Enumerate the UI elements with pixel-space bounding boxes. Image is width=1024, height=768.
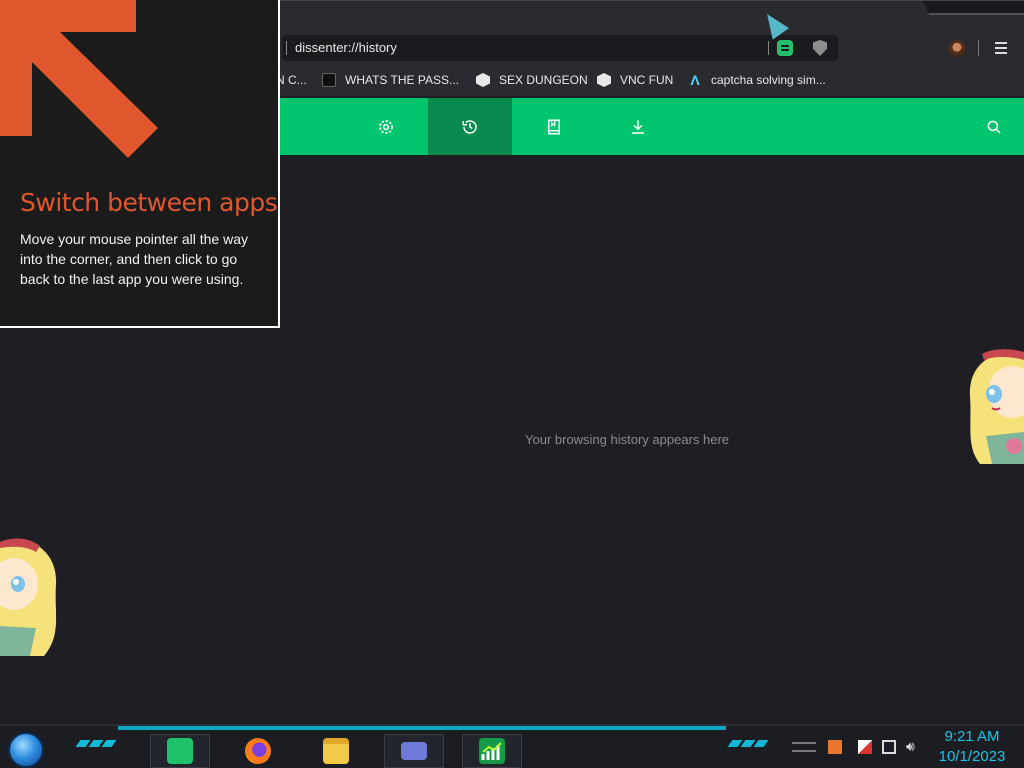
network-icon[interactable] <box>882 740 896 754</box>
address-bar[interactable]: dissenter://history <box>282 35 838 61</box>
tutorial-tip: Switch between apps Move your mouse poin… <box>0 0 280 328</box>
bookmark-icon <box>548 119 560 134</box>
bookmark-label: VNC FUN <box>620 73 674 87</box>
settings-tab[interactable] <box>344 98 428 155</box>
chart-icon <box>479 738 505 764</box>
taskbar-decoration <box>75 740 117 750</box>
search-icon <box>987 120 1001 134</box>
gear-icon <box>379 119 393 134</box>
clock-time: 9:21 AM <box>944 728 1000 745</box>
lambda-icon: Λ <box>690 72 700 88</box>
corner-arrow-icon <box>0 0 158 158</box>
tip-body: Move your mouse pointer all the way into… <box>20 231 248 287</box>
bookmark-item[interactable]: Λ captcha solving sim... <box>688 72 826 88</box>
address-text[interactable]: dissenter://history <box>295 40 397 55</box>
cartoon-character-sticker <box>0 538 57 656</box>
comment-extension-icon[interactable] <box>777 40 793 56</box>
taskbar-app-explorer[interactable] <box>306 734 366 768</box>
action-center-flag-icon[interactable] <box>858 740 872 754</box>
toolbar-separator <box>978 40 979 56</box>
bookmark-label: SEX DUNGEON <box>499 73 588 87</box>
history-tab[interactable] <box>428 98 512 155</box>
folder-icon <box>323 738 349 764</box>
titlebar-decoration <box>922 1 1024 15</box>
bookmark-label: N C... <box>276 73 307 87</box>
cartoon-character-sticker <box>969 349 1024 464</box>
taskbar: 🔊︎ <box>0 724 1024 768</box>
clock-date: 10/1/2023 <box>938 748 1006 765</box>
desktop: dissenter://history N C... WHATS THE PAS… <box>0 0 1024 768</box>
tip-title: Switch between apps <box>20 188 278 217</box>
shield-icon[interactable] <box>813 40 827 56</box>
empty-message: Your browsing history appears here <box>525 432 730 447</box>
bookmark-item[interactable]: N C... <box>276 72 307 88</box>
clock-history-icon <box>462 119 477 134</box>
taskbar-decoration <box>727 740 769 750</box>
taskbar-app-window[interactable] <box>384 734 444 768</box>
extension-separator <box>768 41 769 55</box>
download-icon <box>632 119 644 134</box>
bookmark-item[interactable]: SEX DUNGEON <box>476 72 588 88</box>
bookmarks-tab[interactable] <box>512 98 596 155</box>
firefox-icon <box>245 738 271 764</box>
downloads-tab[interactable] <box>596 98 680 155</box>
volume-icon[interactable]: 🔊︎ <box>906 739 915 755</box>
bookmark-label: captcha solving sim... <box>711 73 826 87</box>
search-button[interactable] <box>952 98 1024 155</box>
taskbar-accent-line <box>118 726 726 730</box>
note-icon <box>167 738 193 764</box>
taskbar-app-firefox[interactable] <box>228 734 288 768</box>
profile-avatar[interactable] <box>948 40 966 58</box>
cube-icon <box>476 73 490 87</box>
bookmark-label: WHATS THE PASS... <box>345 73 460 87</box>
start-orb-icon[interactable] <box>8 732 44 768</box>
bookmark-item[interactable]: WHATS THE PASS... <box>322 72 459 88</box>
taskbar-app-notes[interactable] <box>150 734 210 768</box>
window-icon <box>401 742 427 760</box>
show-hidden-icons-icon[interactable] <box>792 742 816 752</box>
cube-icon <box>597 73 611 87</box>
hamburger-menu-icon[interactable] <box>995 42 1007 54</box>
taskbar-clock[interactable]: 9:21 AM 10/1/2023 <box>930 727 1014 767</box>
app-tray-icon[interactable] <box>828 740 842 754</box>
taskbar-app-chart[interactable] <box>462 734 522 768</box>
address-separator <box>286 41 287 55</box>
bookmark-item[interactable]: VNC FUN <box>597 72 673 88</box>
terminal-icon <box>322 73 336 87</box>
